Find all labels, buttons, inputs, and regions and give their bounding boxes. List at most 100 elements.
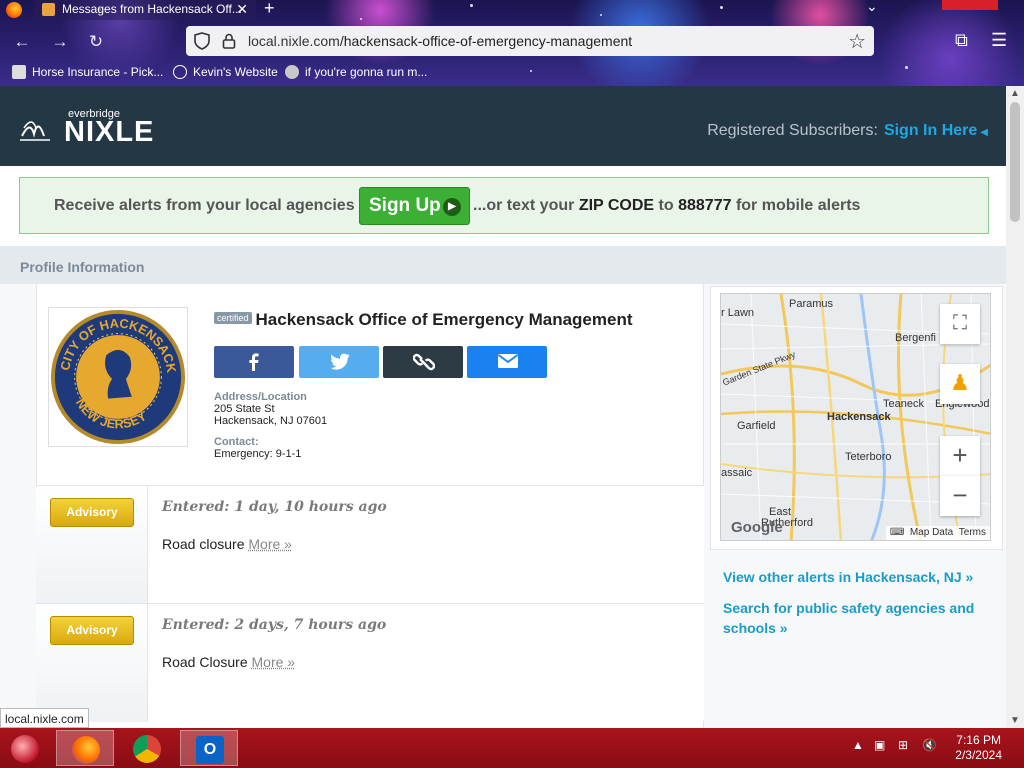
email-share-button[interactable] <box>467 346 547 378</box>
map-data-link[interactable]: Map Data <box>910 527 953 538</box>
forward-icon[interactable]: → <box>48 30 72 54</box>
map-label: Bergenfi <box>895 332 936 344</box>
status-url-tooltip: local.nixle.com <box>0 708 89 728</box>
start-button[interactable] <box>0 730 50 766</box>
taskbar-chrome[interactable] <box>118 730 176 766</box>
sign-up-button[interactable]: Sign Up ▶ <box>359 187 470 225</box>
registered-label: Registered Subscribers: <box>707 122 878 139</box>
zoom-out-icon[interactable]: − <box>940 476 980 516</box>
agency-name: Hackensack Office of Emergency Managemen… <box>255 310 633 329</box>
address-block: Address/Location 205 State St Hackensack… <box>214 391 327 427</box>
browser-tab-active[interactable]: Messages from Hackensack Off... ✕ <box>34 0 256 20</box>
firefox-icon <box>72 736 100 764</box>
scroll-up-icon[interactable]: ▲ <box>1010 88 1020 99</box>
address-label: Address/Location <box>214 391 307 403</box>
nixle-waves-icon <box>20 121 50 141</box>
list-all-tabs-icon[interactable]: ⌄ <box>866 0 878 15</box>
map-label: Teaneck <box>883 398 924 410</box>
bookmark-item[interactable]: Horse Insurance - Pick... <box>12 65 163 79</box>
window-close-highlight[interactable] <box>942 0 998 10</box>
pegman-icon[interactable]: ♟ <box>940 364 980 404</box>
lock-icon[interactable] <box>222 33 236 49</box>
keyboard-icon[interactable]: ⌨ <box>890 527 904 538</box>
advisory-badge: Advisory <box>50 616 134 645</box>
more-link[interactable]: More » <box>248 536 292 552</box>
contact-label: Contact: <box>214 436 259 448</box>
more-link[interactable]: More » <box>252 654 296 670</box>
map-attribution: ⌨ Map Data Terms <box>885 526 990 540</box>
extensions-icon[interactable]: ⧉ <box>955 30 975 52</box>
page-icon <box>12 65 26 79</box>
google-map[interactable]: Paramus r Lawn Bergenfi Garden State Pkw… <box>720 293 991 541</box>
search-agencies-link[interactable]: Search for public safety agencies and sc… <box>723 600 974 636</box>
bookmark-star-icon[interactable]: ☆ <box>848 29 866 54</box>
google-logo[interactable]: Google <box>731 519 783 536</box>
map-label: Teterboro <box>845 451 892 463</box>
address-line-1: 205 State St <box>214 403 275 415</box>
alert-entered-time: Entered: 1 day, 10 hours ago <box>162 499 387 515</box>
registered-subscribers: Registered Subscribers: Sign In Here ◀ <box>707 122 988 140</box>
address-line-2: Hackensack, NJ 07601 <box>214 415 328 427</box>
start-ornament-icon <box>11 735 39 763</box>
link-icon <box>413 353 435 371</box>
twitter-icon <box>330 353 350 370</box>
bookmark-item[interactable]: Kevin's Website <box>173 65 278 79</box>
certified-badge: certified <box>214 312 252 324</box>
view-other-alerts-link[interactable]: View other alerts in Hackensack, NJ » <box>723 569 973 585</box>
windows-taskbar: O ▲ ▣ ⊞ 🔇 7:16 PM 2/3/2024 <box>0 728 1024 768</box>
map-label: assaic <box>721 467 753 479</box>
alert-summary: Road closure More » <box>162 536 292 552</box>
page-scrollbar[interactable]: ▲ ▼ <box>1006 86 1024 728</box>
tray-app-icon[interactable]: ▣ <box>874 738 885 752</box>
profile-section-label: Profile Information <box>20 259 145 275</box>
advisory-badge: Advisory <box>50 498 134 527</box>
map-label: Garfield <box>737 420 776 432</box>
city-seal-icon: CITY OF HACKENSACK NEW JERSEY <box>50 309 186 445</box>
alert-entered-time: Entered: 2 days, 7 hours ago <box>162 617 387 633</box>
hamburger-menu-icon[interactable]: ☰ <box>991 30 1007 51</box>
globe-icon <box>173 65 187 79</box>
tab-bar: Messages from Hackensack Off... ✕ + ⌄ <box>0 0 1024 20</box>
profile-section-header: Profile Information <box>0 246 1006 284</box>
firefox-menu-icon[interactable] <box>6 2 22 18</box>
map-terms-link[interactable]: Terms <box>959 527 986 538</box>
zoom-in-icon[interactable]: + <box>940 436 980 476</box>
bookmarks-toolbar: Horse Insurance - Pick... Kevin's Websit… <box>0 62 1024 84</box>
address-bar[interactable]: local.nixle.com/hackensack-office-of-eme… <box>186 26 874 56</box>
facebook-share-button[interactable] <box>214 346 294 378</box>
scrollbar-thumb[interactable] <box>1010 102 1020 222</box>
back-icon[interactable]: ← <box>10 30 34 54</box>
tracking-shield-icon[interactable] <box>194 32 210 50</box>
avatar-icon <box>285 65 299 79</box>
logo-nixle-text: NIXLE <box>64 116 155 148</box>
tray-overflow-icon[interactable]: ▲ <box>852 738 864 752</box>
bookmark-item[interactable]: if you're gonna run m... <box>285 65 427 79</box>
scroll-down-icon[interactable]: ▼ <box>1010 715 1020 726</box>
sign-in-link[interactable]: Sign In Here <box>884 122 977 139</box>
navigation-bar: ← → ↻ local.nixle.com/hackensack-office-… <box>0 26 1024 58</box>
map-label: Paramus <box>789 298 834 310</box>
close-tab-icon[interactable]: ✕ <box>236 0 248 18</box>
system-clock[interactable]: 7:16 PM 2/3/2024 <box>955 733 1002 763</box>
clock-date: 2/3/2024 <box>955 748 1002 762</box>
new-tab-icon[interactable]: + <box>264 0 275 19</box>
reload-icon[interactable]: ↻ <box>84 30 108 54</box>
map-label: r Lawn <box>721 307 755 319</box>
banner-lead-text: Receive alerts from your local agencies <box>54 197 355 214</box>
chrome-icon <box>133 735 161 763</box>
alert-item: Advisory Entered: 2 days, 7 hours ago Ro… <box>36 603 704 722</box>
banner-text-line: ...or text your ZIP CODE to 888777 for m… <box>473 197 861 214</box>
taskbar-firefox[interactable] <box>56 730 114 766</box>
volume-muted-icon[interactable]: 🔇 <box>922 738 937 752</box>
twitter-share-button[interactable] <box>299 346 379 378</box>
fullscreen-icon[interactable]: ⛶ <box>940 304 980 344</box>
alert-badge-area: Advisory <box>36 486 148 604</box>
outlook-icon: O <box>196 736 224 764</box>
taskbar-outlook[interactable]: O <box>180 730 238 766</box>
url-text: local.nixle.com/hackensack-office-of-eme… <box>248 33 633 49</box>
envelope-icon <box>497 354 519 368</box>
browser-chrome: Messages from Hackensack Off... ✕ + ⌄ ← … <box>0 0 1024 86</box>
network-icon[interactable]: ⊞ <box>898 738 908 752</box>
copy-link-button[interactable] <box>383 346 463 378</box>
sign-up-label: Sign Up <box>369 195 441 216</box>
